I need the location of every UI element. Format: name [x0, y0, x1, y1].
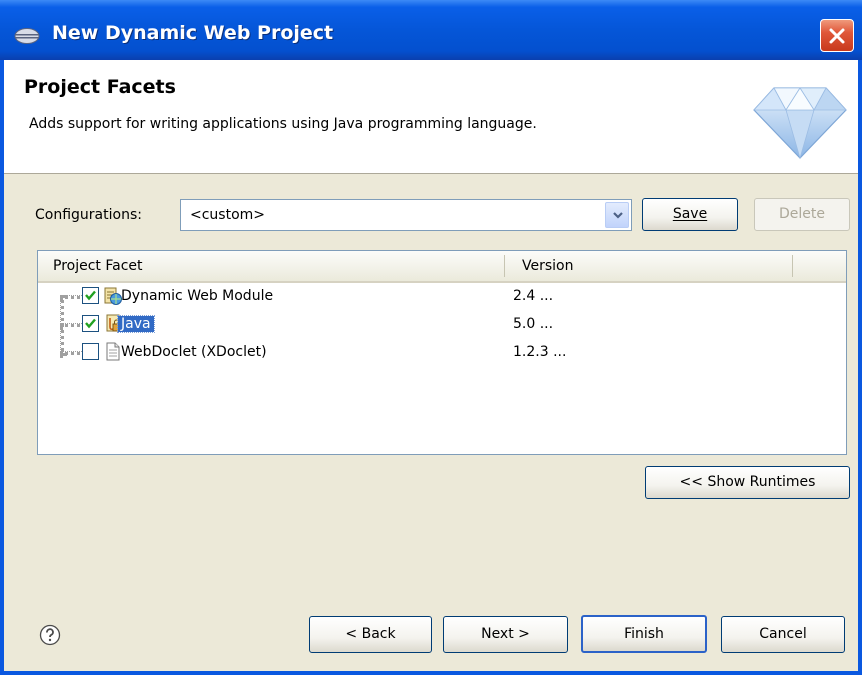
combo-dropdown-button[interactable] — [605, 202, 629, 228]
show-runtimes-label: << Show Runtimes — [679, 474, 816, 490]
finish-button[interactable]: Finish — [581, 615, 707, 653]
facet-checkbox[interactable] — [82, 287, 99, 304]
help-icon[interactable] — [39, 624, 61, 646]
facets-table[interactable]: Project Facet Version Dynamic Web Module… — [37, 250, 847, 455]
checkmark-icon — [85, 290, 96, 301]
back-button[interactable]: < Back — [309, 616, 432, 653]
page-description: Adds support for writing applications us… — [29, 116, 537, 132]
facet-name: WebDoclet (XDoclet) — [121, 344, 267, 360]
finish-button-label: Finish — [624, 626, 664, 642]
column-header-project-facet[interactable]: Project Facet — [53, 258, 143, 274]
checkmark-icon — [85, 318, 96, 329]
close-icon — [829, 28, 845, 44]
delete-button-label: Delete — [779, 206, 825, 222]
column-separator[interactable] — [504, 255, 505, 277]
configurations-label: Configurations: — [35, 207, 142, 223]
show-runtimes-button[interactable]: << Show Runtimes — [645, 466, 850, 499]
column-separator[interactable] — [792, 255, 793, 277]
dialog-window: New Dynamic Web Project Project Facets A… — [0, 0, 862, 675]
cancel-button[interactable]: Cancel — [721, 616, 845, 653]
facet-version[interactable]: 2.4 ... — [513, 288, 553, 304]
next-button[interactable]: Next > — [443, 616, 568, 653]
facet-version[interactable]: 5.0 ... — [513, 316, 553, 332]
table-row[interactable]: Java 5.0 ... — [38, 311, 846, 339]
table-header: Project Facet Version — [38, 251, 846, 283]
facet-name: Java — [117, 315, 155, 333]
delete-button[interactable]: Delete — [754, 198, 850, 231]
facet-checkbox[interactable] — [82, 343, 99, 360]
facet-name: Dynamic Web Module — [121, 288, 274, 304]
window-title: New Dynamic Web Project — [52, 22, 334, 44]
table-row[interactable]: Dynamic Web Module 2.4 ... — [38, 283, 846, 311]
title-bar[interactable]: New Dynamic Web Project — [0, 0, 862, 60]
chevron-down-icon — [613, 212, 623, 219]
facet-version[interactable]: 1.2.3 ... — [513, 344, 566, 360]
configurations-value: <custom> — [190, 207, 266, 223]
document-icon — [106, 342, 120, 361]
column-header-version[interactable]: Version — [522, 258, 573, 274]
back-button-label: < Back — [345, 626, 396, 642]
close-button[interactable] — [820, 19, 854, 52]
save-button-label: Save — [672, 206, 708, 222]
eclipse-icon — [14, 28, 40, 44]
page-title: Project Facets — [24, 76, 176, 98]
facet-checkbox[interactable] — [82, 315, 99, 332]
next-button-label: Next > — [481, 626, 530, 642]
save-button[interactable]: Save — [642, 198, 738, 231]
web-module-icon — [104, 287, 122, 305]
table-row[interactable]: WebDoclet (XDoclet) 1.2.3 ... — [38, 339, 846, 367]
configurations-combo[interactable]: <custom> — [180, 199, 632, 231]
diamond-icon — [753, 87, 847, 160]
cancel-button-label: Cancel — [759, 626, 807, 642]
